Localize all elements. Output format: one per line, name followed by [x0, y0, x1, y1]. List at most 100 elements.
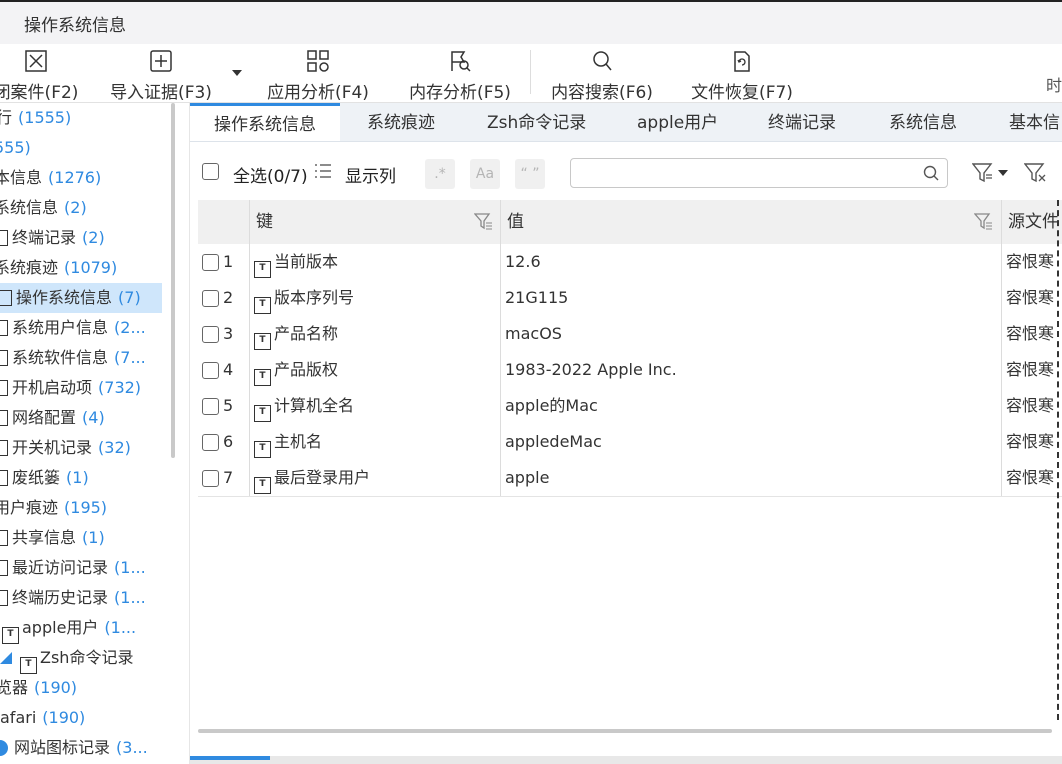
expand-triangle-icon[interactable] [0, 652, 12, 664]
tree-item[interactable]: 系统用户信息 (2... [0, 313, 146, 343]
tree-item[interactable]: 555) [0, 133, 31, 163]
value-column-filter-icon[interactable] [973, 213, 994, 235]
table-row[interactable]: 4 T 产品版权 1983-2022 Apple Inc. 容恨寒 [198, 352, 1062, 389]
tree-item[interactable]: Tapple用户 (1... [2, 613, 136, 644]
table-row[interactable]: 3 T 产品名称 macOS 容恨寒 [198, 316, 1062, 353]
row-checkbox[interactable] [202, 362, 219, 379]
table-row[interactable]: 5 T 计算机全名 apple的Mac 容恨寒 [198, 388, 1062, 425]
tree-item[interactable]: T Zsh命令记录 [0, 643, 133, 674]
row-checkbox[interactable] [202, 290, 219, 307]
tab-os-info[interactable]: 操作系统信息 [190, 103, 340, 141]
folder-node-icon [0, 290, 12, 306]
window-title: 操作系统信息 [24, 16, 126, 36]
text-field-icon: T [254, 405, 271, 422]
filter-dropdown-icon[interactable] [971, 163, 1010, 187]
tree-item[interactable]: afari (190) [0, 703, 85, 733]
regex-toggle-button[interactable]: .* [425, 159, 455, 189]
tab-terminal-records[interactable]: 终端记录 [768, 103, 836, 141]
folder-node-icon [0, 320, 8, 336]
tree-item[interactable]: 行(1555) [0, 103, 71, 133]
source-file-cell: 容恨寒 [1006, 324, 1055, 343]
text-field-icon: T [254, 297, 271, 314]
header-source-file[interactable]: 源文件 [1002, 200, 1062, 244]
tree-item[interactable]: 系统痕迹 (1079) [0, 253, 117, 283]
memory-analysis-button[interactable]: 内存分析(F5) [404, 50, 516, 103]
table-row[interactable]: 6 T 主机名 appledeMac 容恨寒 [198, 424, 1062, 461]
table-row[interactable]: 2 T 版本序列号 21G115 容恨寒 [198, 280, 1062, 317]
table-horizontal-scrollbar[interactable] [198, 729, 1052, 733]
row-number: 5 [223, 396, 234, 415]
tree-item[interactable]: 网络配置 (4) [0, 403, 105, 433]
evidence-tree-sidebar[interactable]: 行(1555) 555) 本信息(1276) 系统信息(2) 终端记录(2) 系… [0, 103, 190, 764]
search-icon[interactable] [923, 165, 939, 185]
search-input[interactable] [570, 158, 948, 188]
progress-indicator [190, 756, 270, 760]
table-row[interactable]: 1 T 当前版本 12.6 容恨寒 [198, 244, 1062, 281]
row-select-cell: 6 [198, 424, 250, 460]
list-columns-icon[interactable] [314, 163, 332, 183]
table-node-icon: T [2, 627, 19, 644]
key-cell: T 计算机全名 [250, 388, 501, 424]
source-file-cell: 容恨寒 [1006, 288, 1055, 307]
row-checkbox[interactable] [202, 254, 219, 271]
row-checkbox[interactable] [202, 434, 219, 451]
key-cell: T 当前版本 [250, 244, 501, 280]
tree-item[interactable]: 本信息(1276) [0, 163, 101, 193]
memory-flag-icon [404, 50, 516, 74]
tree-item[interactable]: 系统信息 (2) [0, 193, 87, 223]
import-dropdown-caret-icon[interactable] [232, 70, 242, 76]
tree-item[interactable]: 开关机记录 (32) [0, 433, 131, 463]
row-number: 3 [223, 324, 234, 343]
whole-word-button[interactable]: “ ” [515, 159, 545, 189]
header-key[interactable]: 键 [250, 200, 501, 244]
tree-item[interactable]: 开机启动项 (732) [0, 373, 141, 403]
tree-item-selected[interactable]: 操作系统信息 (7) [0, 283, 162, 313]
row-checkbox[interactable] [202, 326, 219, 343]
tree-item[interactable]: 共享信息 (1) [0, 523, 105, 553]
row-checkbox[interactable] [202, 398, 219, 415]
select-all-checkbox[interactable] [202, 163, 219, 180]
key-cell: T 版本序列号 [250, 280, 501, 316]
tree-item[interactable]: 网站图标记录 (3... [0, 733, 148, 763]
match-case-button[interactable]: Aa [470, 159, 500, 189]
key-column-filter-icon[interactable] [473, 213, 494, 235]
tab-zsh-history[interactable]: Zsh命令记录 [487, 103, 586, 141]
toolbar-overflow-label: 时 [1045, 76, 1062, 95]
value-cell: 21G115 [501, 280, 1002, 316]
import-evidence-button[interactable]: 导入证据(F3) [102, 50, 220, 103]
tree-item[interactable]: 系统软件信息 (7... [0, 343, 146, 373]
row-number: 4 [223, 360, 234, 379]
tree-item[interactable]: 终端记录 (2) [0, 223, 105, 253]
file-recovery-button[interactable]: 文件恢复(F7) [686, 50, 798, 103]
folder-node-icon [0, 560, 8, 576]
tab-apple-user[interactable]: apple用户 [637, 103, 718, 141]
sidebar-scrollbar[interactable] [171, 103, 175, 458]
clear-filter-icon[interactable] [1023, 163, 1048, 187]
row-select-cell: 5 [198, 388, 250, 424]
tree-item[interactable]: 用户痕迹 (195) [0, 493, 107, 523]
app-analysis-button[interactable]: 应用分析(F4) [262, 50, 374, 103]
tab-system-info[interactable]: 系统信息 [889, 103, 957, 141]
search-icon [546, 50, 658, 74]
content-search-button[interactable]: 内容搜索(F6) [546, 50, 658, 103]
tree-item[interactable]: 览器(190) [0, 673, 77, 703]
value-cell: apple [501, 460, 1002, 496]
tree-item[interactable]: 终端历史记录 (1... [0, 583, 146, 613]
row-select-cell: 2 [198, 280, 250, 316]
file-recover-icon [686, 50, 798, 74]
row-checkbox[interactable] [202, 470, 219, 487]
text-field-icon: T [254, 477, 271, 494]
close-case-button[interactable]: 闭案件(F2) [0, 50, 96, 103]
value-cell: 12.6 [501, 244, 1002, 280]
tree-item[interactable]: 废纸篓 (1) [0, 463, 89, 493]
table-row[interactable]: 7 T 最后登录用户 apple 容恨寒 [198, 460, 1062, 497]
tab-bar: 操作系统信息 系统痕迹 Zsh命令记录 apple用户 终端记录 系统信息 基本… [190, 103, 1062, 142]
header-value[interactable]: 值 [501, 200, 1002, 244]
tree-item[interactable]: 最近访问记录 (1... [0, 553, 146, 583]
tab-basic-info[interactable]: 基本信 [1009, 103, 1060, 141]
show-columns-button[interactable]: 显示列 [345, 162, 396, 187]
text-field-icon: T [254, 369, 271, 386]
tab-system-traces[interactable]: 系统痕迹 [367, 103, 435, 141]
row-select-cell: 4 [198, 352, 250, 388]
text-field-icon: T [254, 333, 271, 350]
